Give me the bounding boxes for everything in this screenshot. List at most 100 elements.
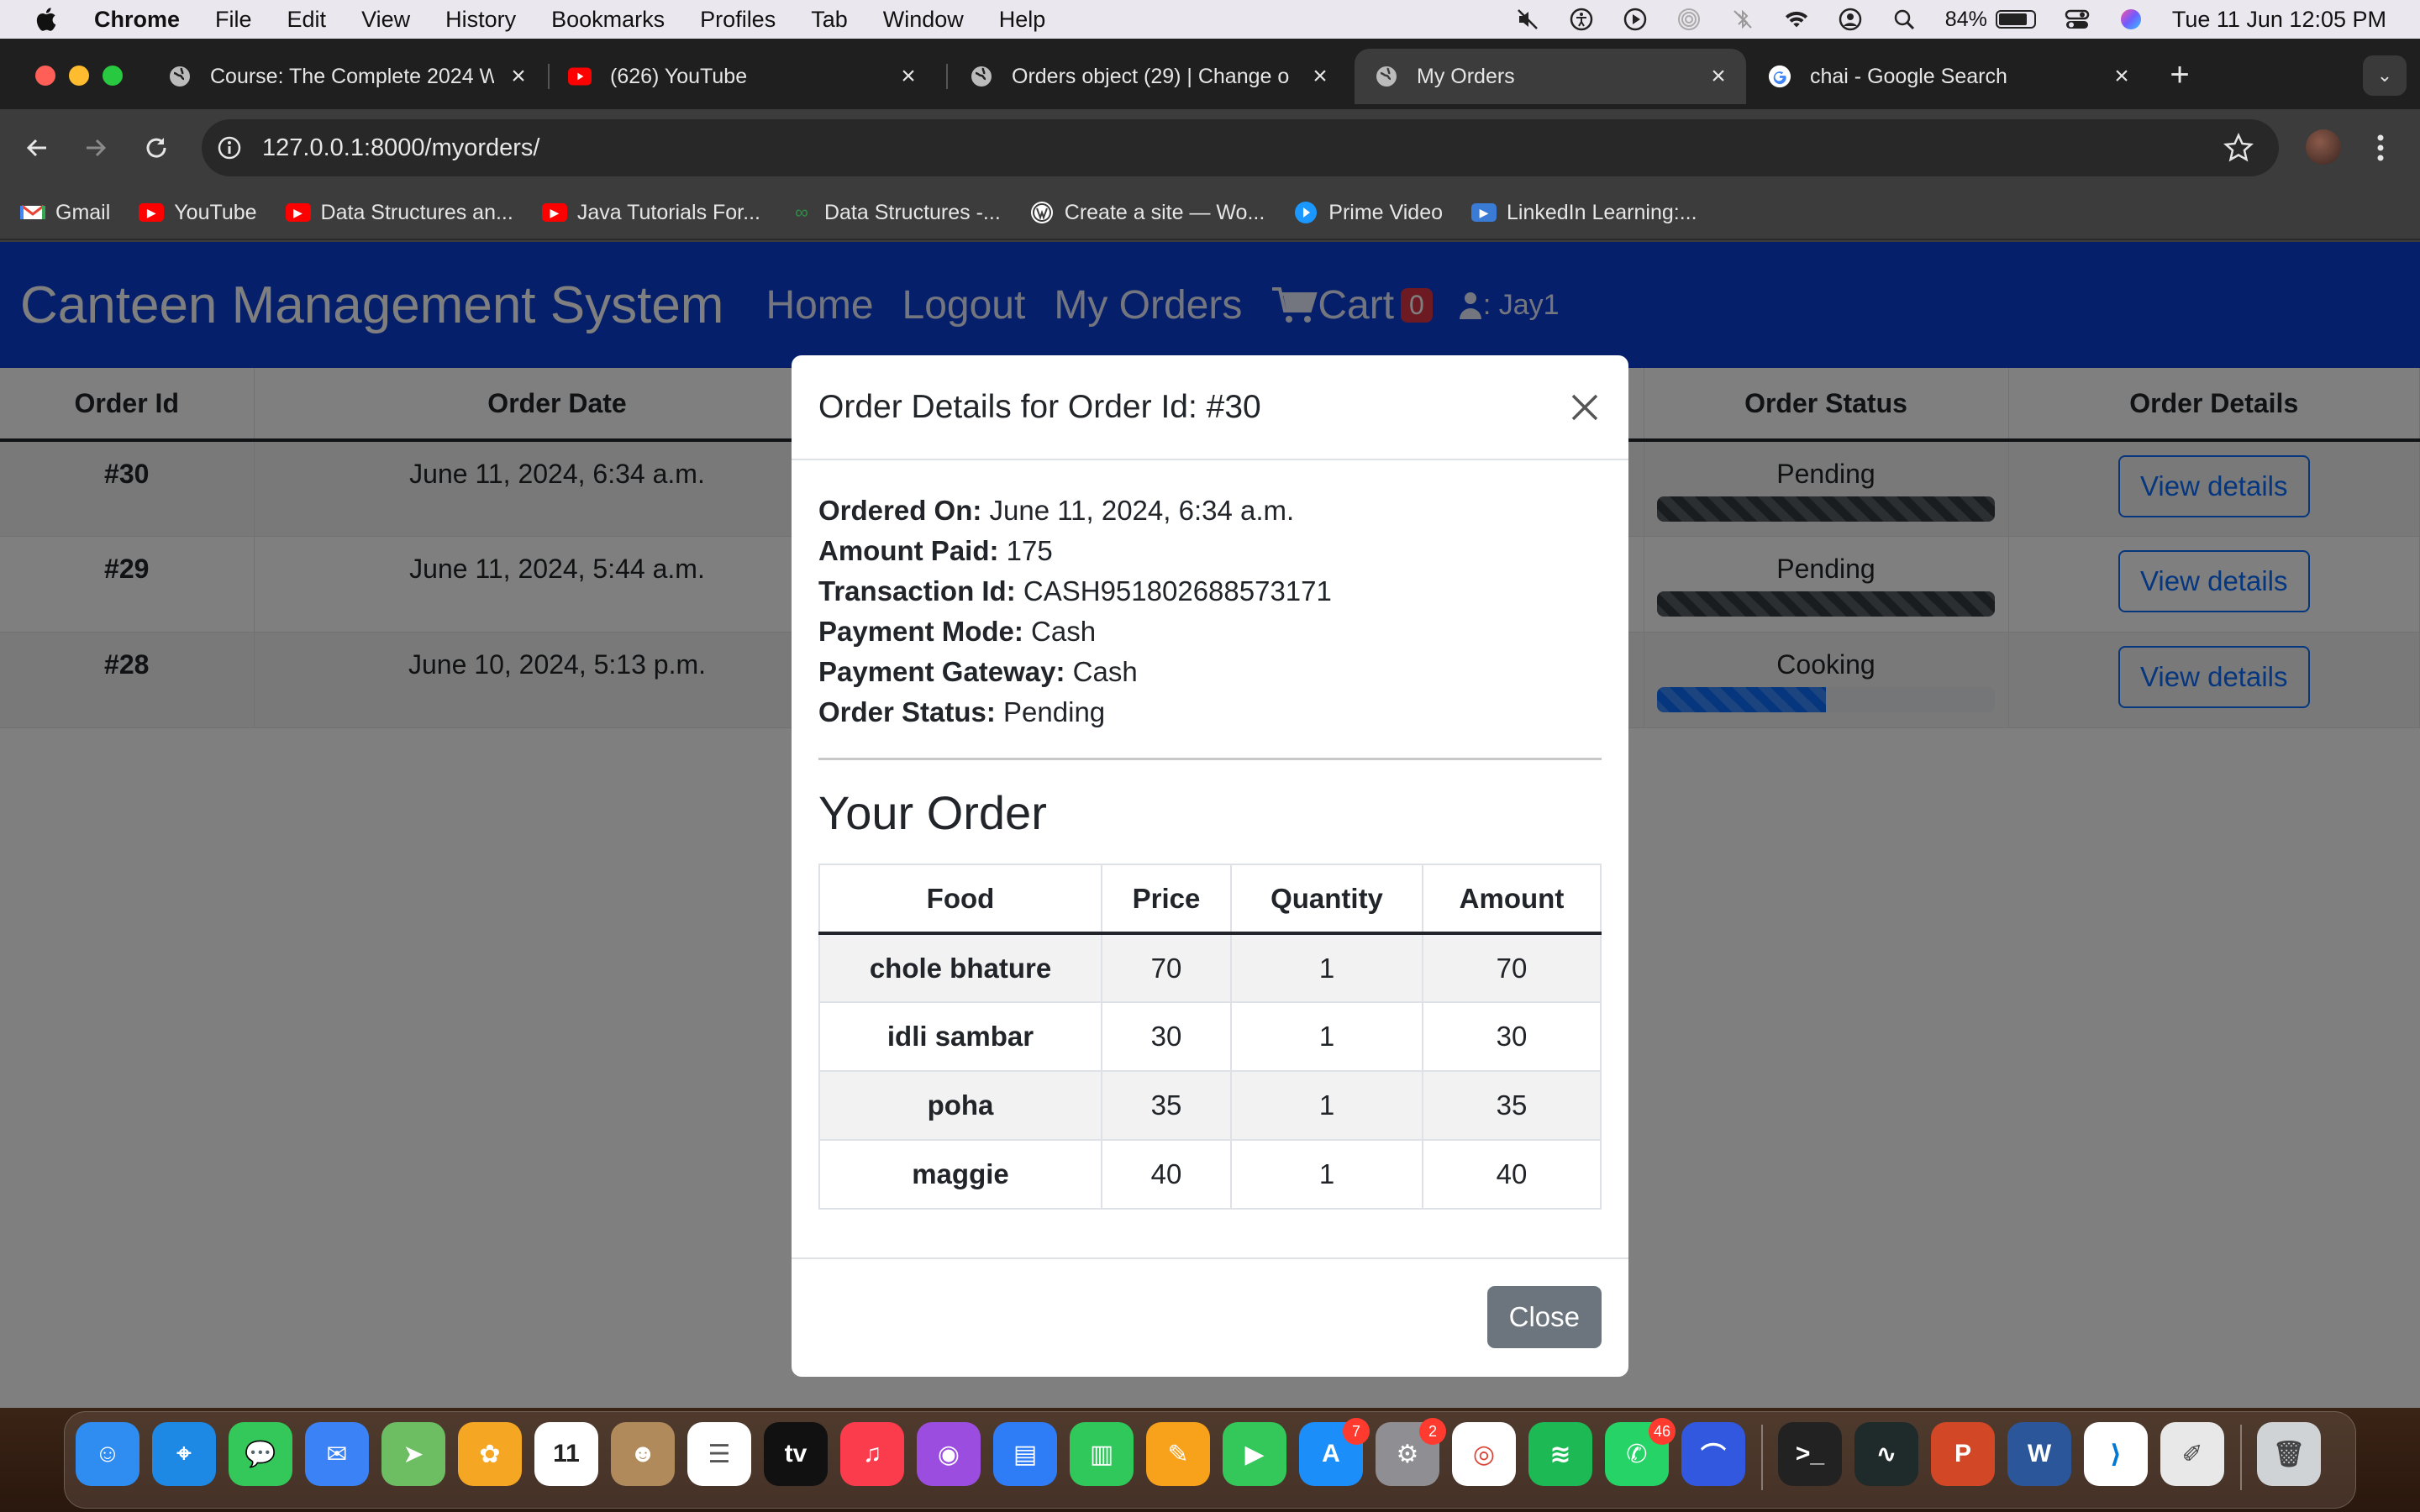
- tab-title: Course: The Complete 2024 W: [210, 64, 494, 88]
- menu-help[interactable]: Help: [999, 7, 1046, 33]
- menu-edit[interactable]: Edit: [287, 7, 327, 33]
- menu-profiles[interactable]: Profiles: [700, 7, 776, 33]
- dock-badge: 2: [1419, 1418, 1446, 1445]
- trash-icon[interactable]: 🗑: [2257, 1422, 2321, 1486]
- battery-icon[interactable]: [1995, 10, 2036, 29]
- battery-percent: 84%: [1944, 7, 1987, 31]
- word-icon[interactable]: W: [2007, 1422, 2071, 1486]
- menu-clock[interactable]: Tue 11 Jun 12:05 PM: [2172, 7, 2386, 33]
- your-order-heading: Your Order: [818, 786, 1047, 839]
- profile-avatar[interactable]: [2306, 129, 2341, 165]
- photos-icon[interactable]: ✿: [458, 1422, 522, 1486]
- chrome-icon[interactable]: ◎: [1452, 1422, 1516, 1486]
- reload-button[interactable]: [138, 129, 175, 166]
- bookmark-youtube[interactable]: ▶ YouTube: [139, 201, 257, 225]
- window-zoom-button[interactable]: [103, 66, 123, 86]
- youtube-icon: ▶: [139, 203, 165, 222]
- price-cell: 35: [1102, 1071, 1232, 1141]
- close-button[interactable]: Close: [1486, 1286, 1602, 1348]
- facetime-icon[interactable]: ▶: [1223, 1422, 1286, 1486]
- spotlight-search-icon[interactable]: [1891, 7, 1917, 32]
- detail-value: 175: [1006, 535, 1053, 566]
- tab-close-icon[interactable]: ×: [2111, 64, 2133, 89]
- close-icon[interactable]: [1568, 391, 1602, 424]
- terminal-icon[interactable]: >_: [1778, 1422, 1842, 1486]
- arc-icon[interactable]: ⌒: [1681, 1422, 1745, 1486]
- powerpoint-icon[interactable]: P: [1931, 1422, 1995, 1486]
- pages-icon[interactable]: ✎: [1146, 1422, 1210, 1486]
- bookmark-wordpress[interactable]: Create a site — Wo...: [1029, 201, 1265, 225]
- tab-title: chai - Google Search: [1810, 64, 2007, 88]
- window-close-button[interactable]: [35, 66, 55, 86]
- site-info-icon[interactable]: [215, 134, 244, 162]
- bookmark-linkedin-learning[interactable]: ▶ LinkedIn Learning:...: [1471, 201, 1697, 225]
- contacts-icon[interactable]: ☻: [611, 1422, 675, 1486]
- detail-label: Amount Paid:: [818, 535, 999, 566]
- vscode-icon[interactable]: ⟩: [2084, 1422, 2148, 1486]
- menu-bookmarks[interactable]: Bookmarks: [551, 7, 665, 33]
- address-bar[interactable]: 127.0.0.1:8000/myorders/: [202, 119, 2279, 176]
- user-account-icon[interactable]: [1838, 7, 1863, 32]
- accessibility-icon[interactable]: [1569, 7, 1594, 32]
- tab-course[interactable]: Course: The Complete 2024 W ×: [148, 49, 546, 104]
- bookmark-gmail[interactable]: Gmail: [20, 201, 110, 225]
- menu-view[interactable]: View: [361, 7, 410, 33]
- siri-icon[interactable]: [2118, 7, 2144, 32]
- tab-close-icon[interactable]: ×: [897, 64, 919, 89]
- modal-body: Ordered On: June 11, 2024, 6:34 a.m. Amo…: [792, 460, 1628, 1210]
- browser-menu-icon[interactable]: [2368, 131, 2393, 165]
- bookmark-label: Java Tutorials For...: [576, 200, 760, 224]
- dock-separator: [1761, 1425, 1763, 1490]
- forward-button[interactable]: [77, 129, 114, 166]
- tab-google-search[interactable]: chai - Google Search ×: [1748, 49, 2149, 104]
- menu-window[interactable]: Window: [883, 7, 964, 33]
- tab-youtube[interactable]: (626) YouTube ×: [548, 49, 936, 104]
- page-viewport: Canteen Management System Home Logout My…: [0, 242, 2420, 1408]
- bookmark-gfg[interactable]: ∞ Data Structures -...: [789, 201, 1001, 225]
- tab-separator: [946, 64, 948, 89]
- tab-my-orders[interactable]: My Orders ×: [1355, 49, 1746, 104]
- maps-icon[interactable]: ➤: [381, 1422, 445, 1486]
- bluetooth-icon[interactable]: [1730, 7, 1755, 32]
- calendar-icon[interactable]: 11: [534, 1422, 598, 1486]
- play-icon[interactable]: [1623, 7, 1648, 32]
- menu-history[interactable]: History: [445, 7, 516, 33]
- menu-app-name[interactable]: Chrome: [94, 7, 180, 33]
- tab-close-icon[interactable]: ×: [1707, 64, 1729, 89]
- bookmark-data-structures[interactable]: ▶ Data Structures an...: [285, 201, 513, 225]
- mail-icon[interactable]: ✉: [305, 1422, 369, 1486]
- amount-cell: 35: [1423, 1071, 1602, 1141]
- back-button[interactable]: [18, 129, 55, 166]
- music-icon[interactable]: ♫: [840, 1422, 904, 1486]
- control-center-icon[interactable]: [2065, 7, 2090, 32]
- apple-menu-icon[interactable]: [34, 6, 57, 33]
- wifi-icon[interactable]: [1784, 7, 1809, 32]
- tab-orders-admin[interactable]: Orders object (29) | Change o ×: [950, 49, 1348, 104]
- reminders-icon[interactable]: ☰: [687, 1422, 751, 1486]
- tab-close-icon[interactable]: ×: [1309, 64, 1331, 89]
- spotify-icon[interactable]: ≋: [1528, 1422, 1592, 1486]
- bookmark-prime-video[interactable]: Prime Video: [1293, 201, 1443, 225]
- apple-tv-icon[interactable]: tv: [764, 1422, 828, 1486]
- menu-file[interactable]: File: [215, 7, 252, 33]
- script-editor-icon[interactable]: ✐: [2160, 1422, 2224, 1486]
- podcasts-icon[interactable]: ◉: [917, 1422, 981, 1486]
- window-minimize-button[interactable]: [69, 66, 89, 86]
- bookmark-star-icon[interactable]: [2223, 133, 2254, 163]
- tab-search-button[interactable]: ⌄: [2363, 55, 2407, 96]
- new-tab-button[interactable]: +: [2165, 58, 2195, 92]
- modal-header: Order Details for Order Id: #30: [792, 355, 1628, 460]
- keynote-icon[interactable]: ▤: [993, 1422, 1057, 1486]
- detail-label: Ordered On:: [818, 495, 982, 526]
- numbers-icon[interactable]: ▥: [1070, 1422, 1134, 1486]
- airdrop-icon[interactable]: [1676, 7, 1702, 32]
- mute-icon[interactable]: [1515, 7, 1540, 32]
- tab-close-icon[interactable]: ×: [508, 64, 529, 89]
- menu-tab[interactable]: Tab: [811, 7, 848, 33]
- finder-icon[interactable]: ☺: [76, 1422, 139, 1486]
- messages-icon[interactable]: 💬: [229, 1422, 292, 1486]
- bookmark-java-tutorials[interactable]: ▶ Java Tutorials For...: [541, 200, 760, 225]
- safari-icon[interactable]: ⌖: [152, 1422, 216, 1486]
- activity-monitor-icon[interactable]: ∿: [1854, 1422, 1918, 1486]
- bookmark-label: Prime Video: [1328, 200, 1443, 224]
